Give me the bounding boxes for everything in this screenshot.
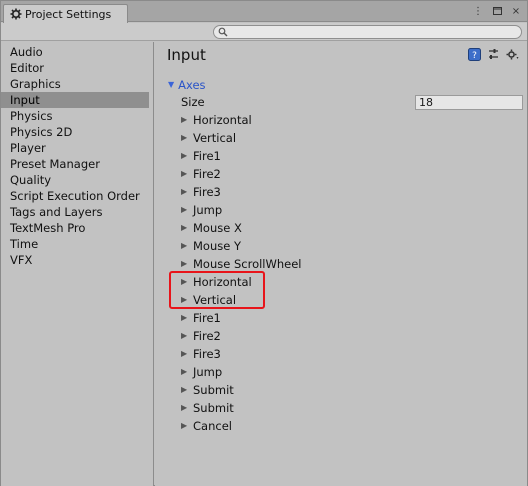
sidebar-item-audio[interactable]: Audio — [1, 44, 149, 60]
axis-item[interactable]: ▶ Jump — [181, 363, 481, 381]
foldout-collapsed-icon: ▶ — [181, 115, 188, 124]
tab-bar: Project Settings ⋮ × — [1, 1, 527, 23]
preset-sliders-icon[interactable] — [486, 47, 500, 61]
settings-gear-icon[interactable] — [505, 47, 519, 61]
sidebar-item-player[interactable]: Player — [1, 140, 149, 156]
foldout-collapsed-icon: ▶ — [181, 241, 188, 250]
settings-sidebar: Audio Editor Graphics Input Physics Phys… — [1, 42, 154, 486]
axis-label: Horizontal — [193, 113, 252, 127]
sidebar-item-physics[interactable]: Physics — [1, 108, 149, 124]
axis-item[interactable]: ▶ Vertical — [181, 129, 481, 147]
axis-label: Fire2 — [193, 167, 221, 181]
foldout-collapsed-icon: ▶ — [181, 223, 188, 232]
axis-item[interactable]: ▶ Mouse X — [181, 219, 481, 237]
foldout-collapsed-icon: ▶ — [181, 187, 188, 196]
axes-foldout[interactable]: ▼ Axes — [168, 77, 206, 93]
axis-item[interactable]: ▶ Mouse ScrollWheel — [181, 255, 481, 273]
foldout-collapsed-icon: ▶ — [181, 151, 188, 160]
svg-text:?: ? — [472, 51, 477, 61]
window-controls: ⋮ × — [473, 5, 521, 17]
tab-label: Project Settings — [25, 7, 112, 21]
sidebar-item-physics-2d[interactable]: Physics 2D — [1, 124, 149, 140]
axis-item[interactable]: ▶ Horizontal — [181, 273, 481, 291]
foldout-collapsed-icon: ▶ — [181, 259, 188, 268]
sidebar-item-input[interactable]: Input — [1, 92, 149, 108]
foldout-collapsed-icon: ▶ — [181, 385, 188, 394]
foldout-collapsed-icon: ▶ — [181, 331, 188, 340]
foldout-collapsed-icon: ▶ — [181, 421, 188, 430]
axis-item[interactable]: ▶ Horizontal — [181, 111, 481, 129]
axis-item[interactable]: ▶ Fire1 — [181, 147, 481, 165]
axis-item[interactable]: ▶ Fire1 — [181, 309, 481, 327]
axis-item[interactable]: ▶ Fire2 — [181, 327, 481, 345]
size-label: Size — [181, 95, 205, 109]
sidebar-item-time[interactable]: Time — [1, 236, 149, 252]
axis-label: Submit — [193, 383, 234, 397]
foldout-collapsed-icon: ▶ — [181, 313, 188, 322]
foldout-collapsed-icon: ▶ — [181, 133, 188, 142]
axis-label: Jump — [193, 365, 223, 379]
search-field[interactable] — [213, 25, 522, 39]
axis-label: Fire2 — [193, 329, 221, 343]
tab-project-settings[interactable]: Project Settings — [3, 4, 128, 23]
axis-label: Submit — [193, 401, 234, 415]
axis-list: ▶ Horizontal ▶ Vertical ▶ Fire1 ▶ Fire2 ▶ Fir… — [181, 111, 481, 435]
size-field[interactable]: 18 — [415, 95, 523, 110]
axis-label: Cancel — [193, 419, 232, 433]
foldout-expanded-icon: ▼ — [168, 80, 175, 89]
axis-label: Mouse ScrollWheel — [193, 257, 302, 271]
axis-item[interactable]: ▶ Submit — [181, 381, 481, 399]
sidebar-item-textmesh-pro[interactable]: TextMesh Pro — [1, 220, 149, 236]
axis-label: Fire3 — [193, 347, 221, 361]
axis-label: Fire3 — [193, 185, 221, 199]
sidebar-list: Audio Editor Graphics Input Physics Phys… — [1, 44, 154, 268]
foldout-collapsed-icon: ▶ — [181, 295, 188, 304]
axis-label: Vertical — [193, 293, 237, 307]
foldout-collapsed-icon: ▶ — [181, 367, 188, 376]
axis-label: Vertical — [193, 131, 237, 145]
axis-item[interactable]: ▶ Jump — [181, 201, 481, 219]
foldout-collapsed-icon: ▶ — [181, 169, 188, 178]
close-icon[interactable]: × — [511, 5, 521, 17]
more-options-icon[interactable]: ⋮ — [473, 5, 483, 17]
header-icons: ? — [467, 47, 519, 61]
axis-label: Fire1 — [193, 311, 221, 325]
maximize-icon[interactable] — [492, 5, 502, 17]
sidebar-item-editor[interactable]: Editor — [1, 60, 149, 76]
help-book-icon[interactable]: ? — [467, 47, 481, 61]
sidebar-item-graphics[interactable]: Graphics — [1, 76, 149, 92]
axes-label: Axes — [178, 78, 206, 92]
project-settings-window: Project Settings ⋮ × Audio Editor Graphi… — [0, 0, 528, 486]
search-row — [1, 23, 527, 41]
sidebar-item-preset-manager[interactable]: Preset Manager — [1, 156, 149, 172]
search-icon — [218, 27, 228, 37]
sidebar-item-vfx[interactable]: VFX — [1, 252, 149, 268]
axis-item[interactable]: ▶ Vertical — [181, 291, 481, 309]
axis-item[interactable]: ▶ Cancel — [181, 417, 481, 435]
axis-item[interactable]: ▶ Mouse Y — [181, 237, 481, 255]
size-row: Size 18 — [181, 94, 523, 110]
sidebar-item-script-execution-order[interactable]: Script Execution Order — [1, 188, 149, 204]
sidebar-item-tags-and-layers[interactable]: Tags and Layers — [1, 204, 149, 220]
axis-label: Fire1 — [193, 149, 221, 163]
input-settings-panel: Input ? ▼ Axes Size 18 ▶ Horizontal ▶ Ve… — [155, 42, 527, 486]
foldout-collapsed-icon: ▶ — [181, 277, 188, 286]
axis-label: Mouse X — [193, 221, 242, 235]
axis-label: Mouse Y — [193, 239, 241, 253]
page-title: Input — [167, 46, 206, 64]
axis-item[interactable]: ▶ Submit — [181, 399, 481, 417]
foldout-collapsed-icon: ▶ — [181, 349, 188, 358]
foldout-collapsed-icon: ▶ — [181, 403, 188, 412]
settings-gear-icon — [10, 8, 22, 20]
axis-label: Horizontal — [193, 275, 252, 289]
axis-label: Jump — [193, 203, 223, 217]
axis-item[interactable]: ▶ Fire3 — [181, 345, 481, 363]
search-input[interactable] — [230, 26, 515, 38]
sidebar-item-quality[interactable]: Quality — [1, 172, 149, 188]
axis-item[interactable]: ▶ Fire2 — [181, 165, 481, 183]
axis-item[interactable]: ▶ Fire3 — [181, 183, 481, 201]
foldout-collapsed-icon: ▶ — [181, 205, 188, 214]
